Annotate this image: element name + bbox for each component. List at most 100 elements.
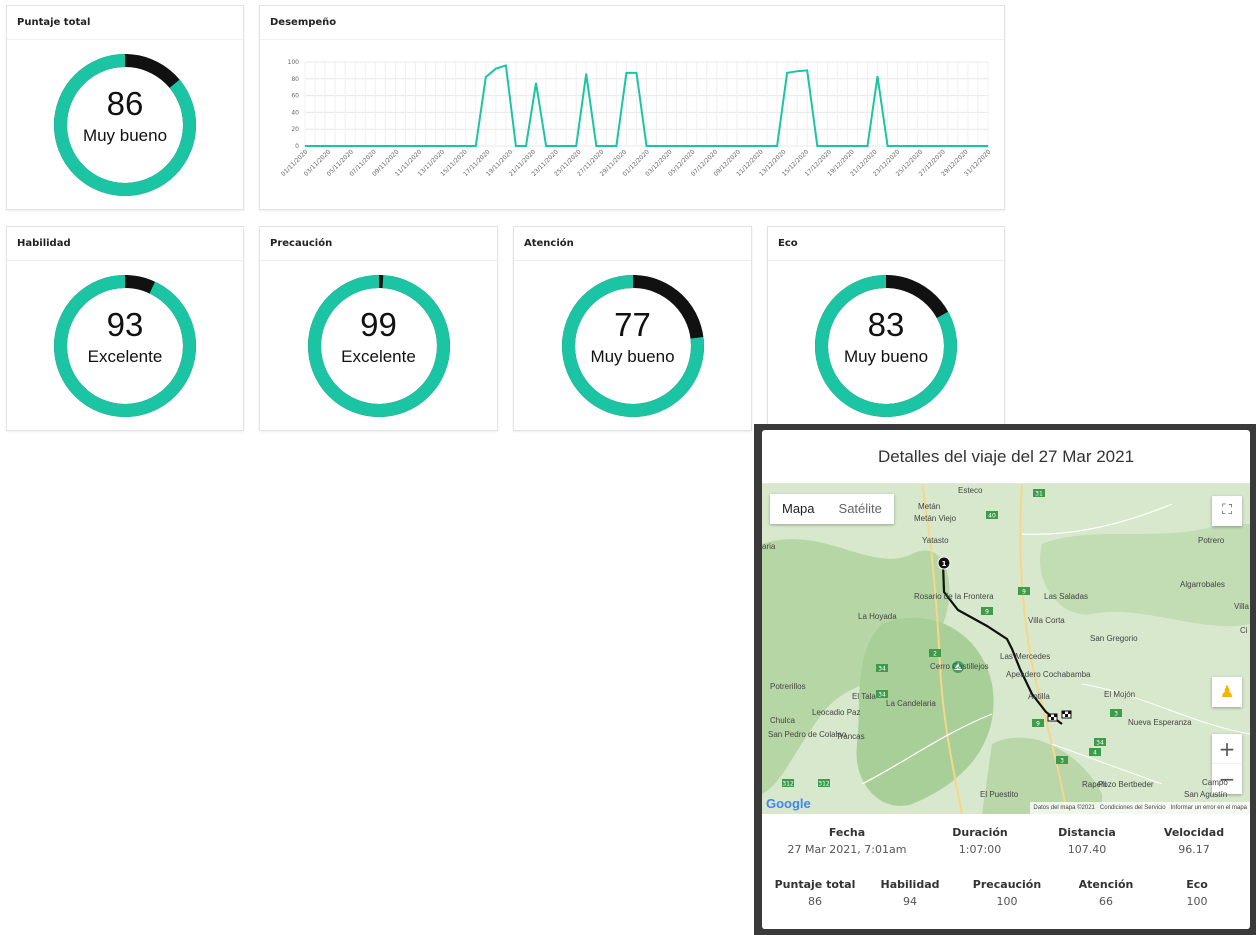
data-point (324, 145, 326, 147)
route-shield-label: 3 (1060, 758, 1064, 765)
data-point (917, 145, 919, 147)
trip-title: Detalles del viaje del 27 Mar 2021 (762, 430, 1250, 484)
google-logo: Google (766, 796, 811, 811)
route-shield-label: 3 (1114, 711, 1118, 718)
data-point (344, 145, 346, 147)
map-place-label: Campo (1202, 778, 1228, 787)
data-point (957, 145, 959, 147)
data-point (615, 145, 617, 147)
card-title: Habilidad (7, 227, 243, 261)
map-place-label: Antilla (1028, 692, 1050, 701)
gauge-ring (54, 274, 196, 417)
data-point (575, 145, 577, 147)
gauge-ring (54, 53, 196, 196)
data-point (314, 145, 316, 147)
data-point (927, 145, 929, 147)
y-tick-label: 60 (291, 93, 299, 100)
data-point (535, 82, 537, 84)
map-place-label: Potrero (1198, 536, 1225, 545)
data-point (525, 145, 527, 147)
card-title: Desempeño (260, 6, 1004, 40)
card-title: Atención (514, 227, 751, 261)
map-place-label: Leocadio Paz (812, 708, 861, 717)
map-place-label: Ci (1240, 626, 1248, 635)
report-error-link[interactable]: Informar un error en el mapa (1171, 805, 1247, 811)
data-point (475, 145, 477, 147)
data-point (897, 145, 899, 147)
data-point (816, 145, 818, 147)
map-type-toggle[interactable]: Mapa Satélite (770, 494, 894, 524)
map-place-label: aria (762, 542, 776, 551)
data-point (866, 145, 868, 147)
map-place-label: Las Mercedes (1000, 652, 1051, 661)
gauge-rating: Muy bueno (843, 346, 929, 366)
route-shield-label: 34 (878, 666, 886, 673)
stat-total-score: Puntaje total 86 (774, 878, 856, 908)
route-shield-label: 9 (1022, 589, 1026, 596)
data-point (686, 145, 688, 147)
data-point (425, 145, 427, 147)
stat-skill: Habilidad 94 (880, 878, 940, 908)
y-tick-label: 20 (291, 126, 299, 133)
gauge-rating: Excelente (341, 346, 416, 366)
data-point (656, 145, 658, 147)
map-place-label: Pozo Bertbeder (1098, 780, 1154, 789)
skill-card: Habilidad 93 Excelente (6, 226, 244, 431)
map-place-label: El Puestito (980, 790, 1019, 799)
gauge-value: 86 (106, 84, 144, 122)
gauge-value: 83 (867, 305, 905, 343)
data-point (736, 145, 738, 147)
data-point (937, 145, 939, 147)
performance-card: Desempeño 0 20 40 60 80 100 01/11/2020 03/11/20… (259, 5, 1005, 210)
performance-line-chart: 02040608010001/11/202003/11/202005/11/20… (280, 59, 993, 178)
trip-details-modal: Detalles del viaje del 27 Mar 2021 1 31 … (754, 424, 1256, 935)
satellite-tab[interactable]: Satélite (827, 494, 894, 524)
attention-gauge: 77 Muy bueno (561, 274, 704, 417)
data-point (435, 145, 437, 147)
data-point (877, 75, 879, 77)
route-shield-label: 34 (878, 692, 886, 699)
map-place-label: San Agustín (1184, 790, 1228, 799)
data-point (776, 145, 778, 147)
terms-link[interactable]: Condiciones del Servicio (1100, 805, 1166, 811)
data-point (304, 145, 306, 147)
map-place-label: Apeadero Cochabamba (1006, 670, 1091, 679)
card-title: Eco (768, 227, 1004, 261)
eco-gauge: 83 Muy bueno (815, 274, 957, 417)
data-point (977, 145, 979, 147)
street-view-pegman-icon[interactable]: ♟ (1212, 677, 1242, 707)
data-point (354, 145, 356, 147)
gauge-arc (54, 274, 196, 417)
route-shield-label: 4 (1093, 750, 1097, 757)
data-point (967, 145, 969, 147)
map-place-label: El Mojón (1104, 690, 1136, 699)
data-point (384, 145, 386, 147)
fullscreen-button[interactable]: ⛶ (1212, 496, 1242, 526)
map-place-label: El Tala (852, 692, 876, 701)
map-place-label: La Candelaria (886, 699, 936, 708)
eco-card: Eco 83 Muy bueno (767, 226, 1005, 431)
svg-text:1: 1 (942, 560, 947, 568)
data-point (465, 145, 467, 147)
map-place-label: Metán (918, 502, 941, 511)
data-point (907, 145, 909, 147)
map-canvas[interactable]: 1 31 40 9 9 34 34 2 9 3 34 4 3 312 312 (762, 484, 1250, 814)
map-tab[interactable]: Mapa (770, 494, 827, 524)
map-place-label: Chulca (770, 716, 795, 725)
route-shield-label: 31 (1035, 491, 1043, 498)
data-point (756, 145, 758, 147)
data-point (404, 145, 406, 147)
data-point (505, 64, 507, 66)
data-point (515, 145, 517, 147)
data-point (646, 145, 647, 147)
data-point (565, 145, 567, 147)
data-point (334, 145, 336, 147)
data-point (796, 70, 798, 72)
zoom-in-button[interactable]: + (1212, 734, 1242, 764)
route-shield-label: 2 (933, 651, 937, 658)
map-place-label: Yatasto (922, 536, 949, 545)
gauge-ring (815, 274, 957, 417)
data-point (826, 145, 828, 147)
trip-map[interactable]: 1 31 40 9 9 34 34 2 9 3 34 4 3 312 312 Mapa Satélite (762, 484, 1250, 814)
caution-gauge: 99 Excelente (307, 274, 450, 417)
